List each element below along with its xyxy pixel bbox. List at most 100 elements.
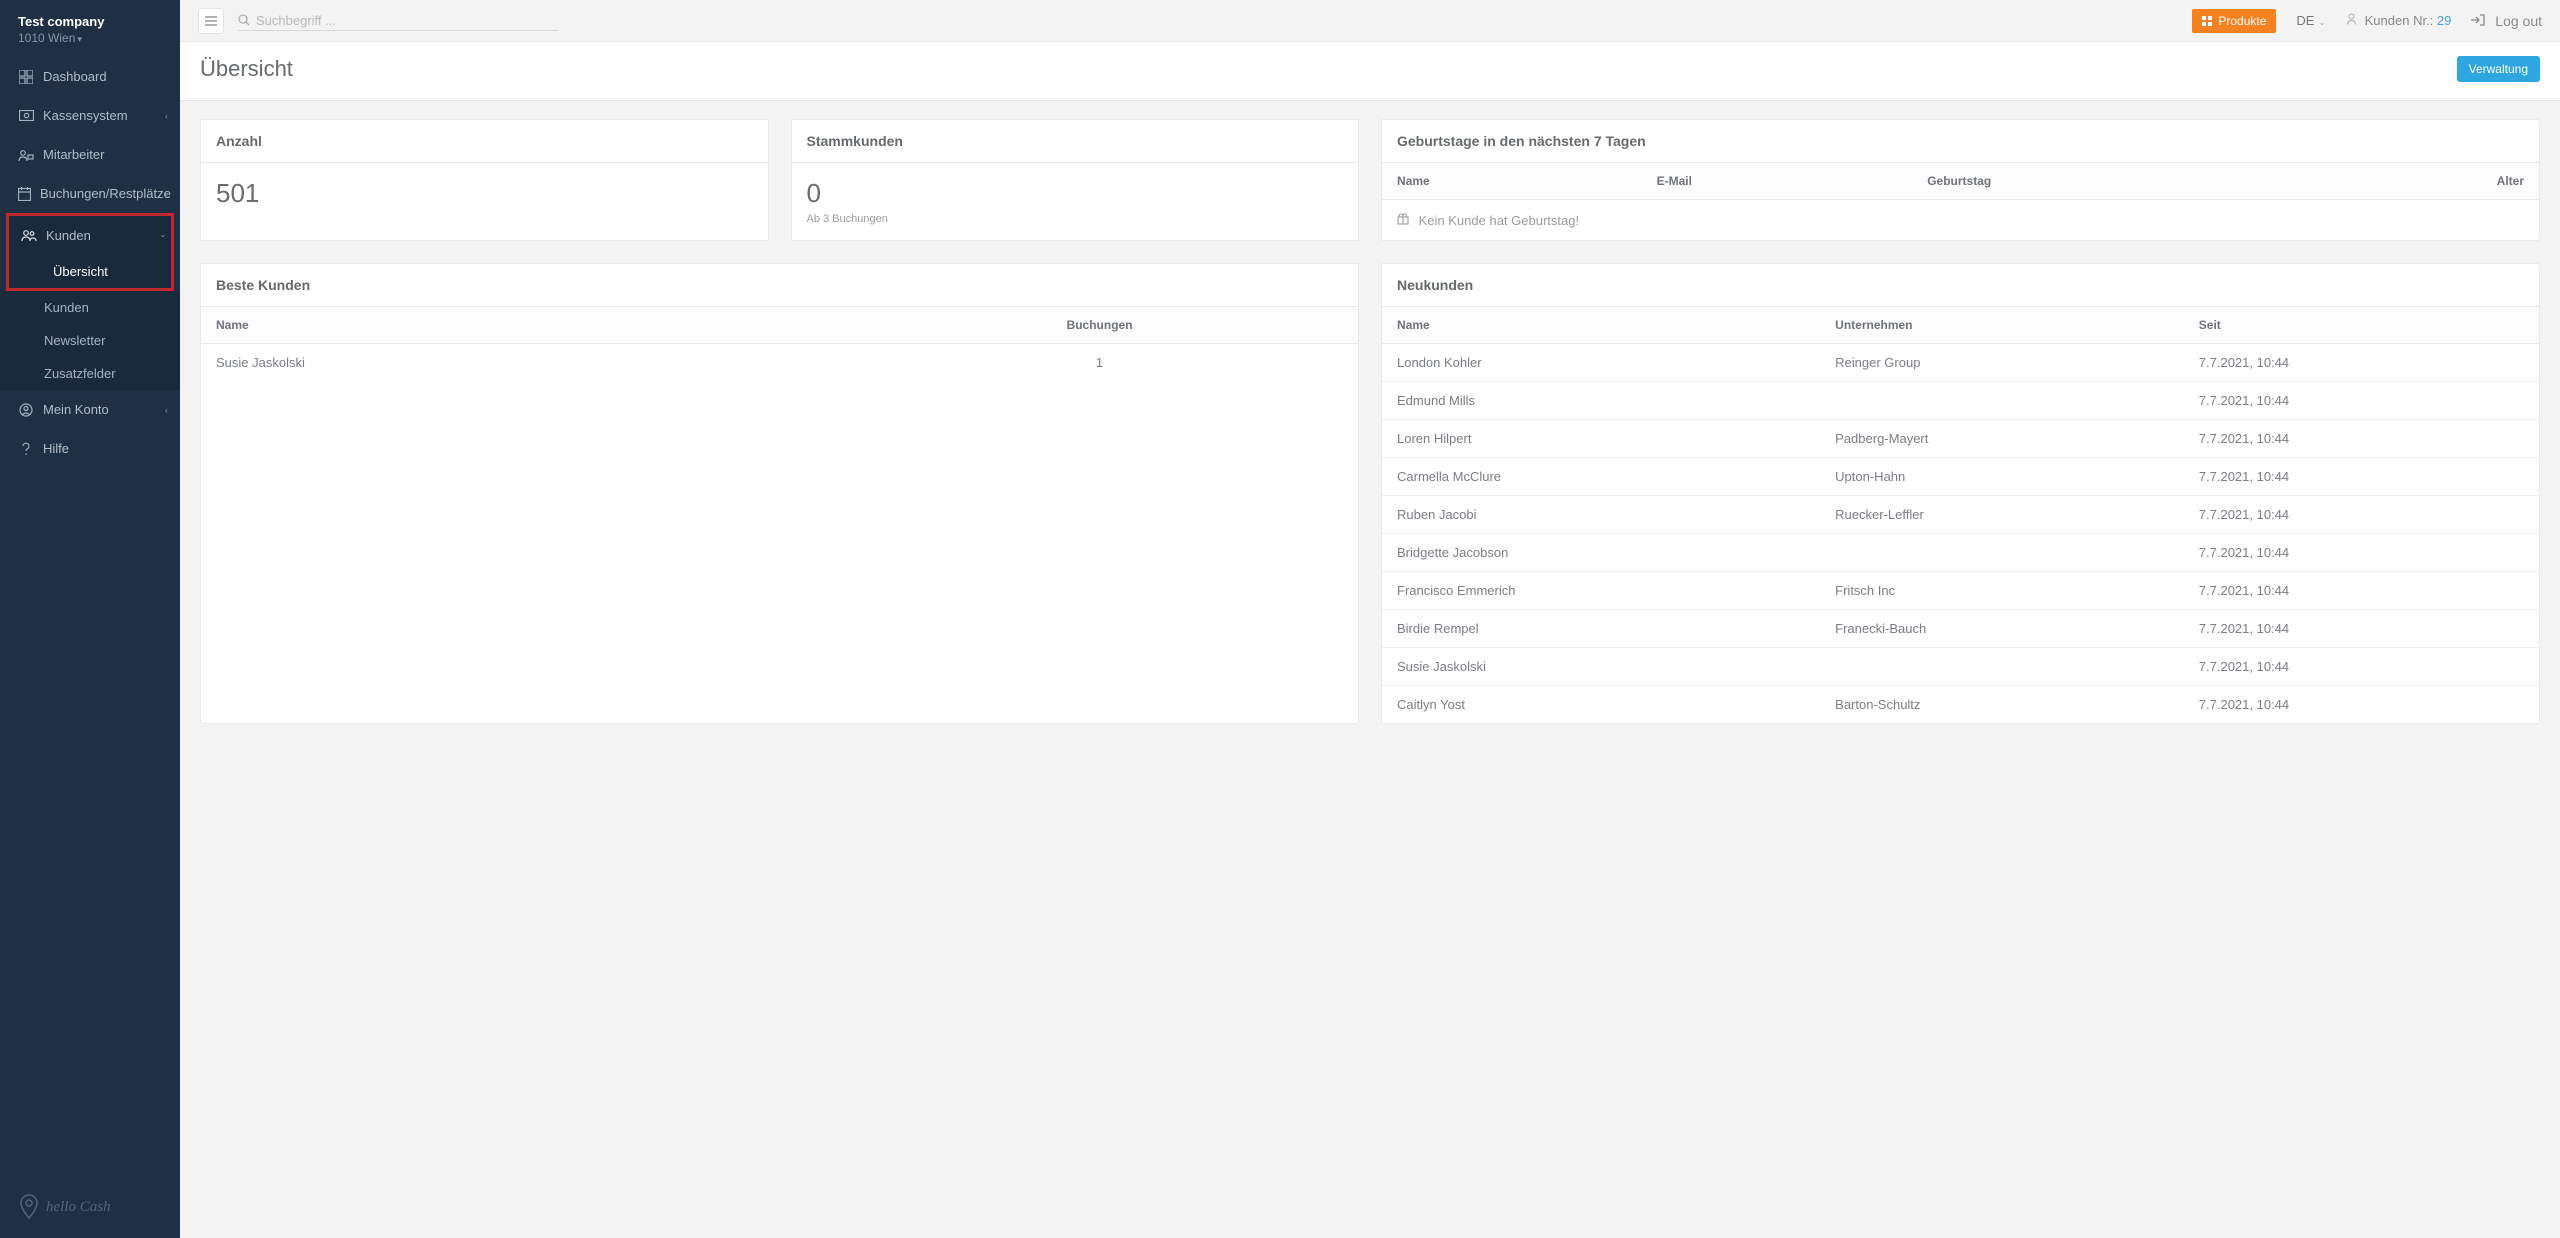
language-selector[interactable]: DE⌄ — [2296, 13, 2326, 28]
neukunden-table: Name Unternehmen Seit London KohlerReing… — [1382, 307, 2539, 723]
employee-icon — [18, 149, 34, 161]
col-name: Name — [201, 307, 841, 344]
customer-number: Kunden Nr.: 29 — [2346, 13, 2451, 28]
cell-seit: 7.7.2021, 10:44 — [2184, 534, 2539, 572]
sidebar-item-label: Hilfe — [43, 441, 69, 456]
brand-block[interactable]: Test company 1010 Wien▾ — [0, 0, 180, 57]
sidebar-item-label: Mitarbeiter — [43, 147, 104, 162]
content: Anzahl 501 Stammkunden 0 Ab 3 Buchungen … — [180, 101, 2560, 1238]
highlight-annotation: Kunden › Übersicht — [6, 213, 174, 291]
col-alter: Alter — [2302, 163, 2539, 200]
sidebar-item-kassensystem[interactable]: Kassensystem ‹ — [0, 96, 180, 135]
sidebar-nav: Dashboard Kassensystem ‹ Mitarbeiter Buc… — [0, 57, 180, 1176]
card-title: Beste Kunden — [201, 264, 1358, 307]
search-icon — [238, 14, 250, 26]
sidebar-item-label: Dashboard — [43, 69, 107, 84]
card-neukunden: Neukunden Name Unternehmen Seit London K… — [1381, 263, 2540, 724]
cell-unternehmen: Padberg-Mayert — [1820, 420, 2184, 458]
beste-table: Name Buchungen Susie Jaskolski1 — [201, 307, 1358, 381]
company-location: 1010 Wien▾ — [18, 31, 162, 45]
geburtstage-table: Name E-Mail Geburtstag Alter — [1382, 163, 2539, 240]
sidebar-sub-newsletter[interactable]: Newsletter — [0, 324, 180, 357]
cell-unternehmen: Franecki-Bauch — [1820, 610, 2184, 648]
sidebar-item-hilfe[interactable]: Hilfe — [0, 429, 180, 468]
card-title: Stammkunden — [792, 120, 1359, 163]
sidebar-item-dashboard[interactable]: Dashboard — [0, 57, 180, 96]
table-row[interactable]: Edmund Mills7.7.2021, 10:44 — [1382, 382, 2539, 420]
kunden-submenu-rest: Kunden Newsletter Zusatzfelder — [0, 291, 180, 390]
card-title: Anzahl — [201, 120, 768, 163]
card-stammkunden: Stammkunden 0 Ab 3 Buchungen — [791, 119, 1360, 241]
cell-name: Susie Jaskolski — [201, 344, 841, 382]
col-buchungen: Buchungen — [841, 307, 1358, 344]
col-seit: Seit — [2184, 307, 2539, 344]
cell-buchungen: 1 — [841, 344, 1358, 382]
customer-number-value[interactable]: 29 — [2437, 13, 2451, 28]
chevron-left-icon: ‹ — [165, 189, 168, 199]
gift-icon — [1397, 213, 1413, 228]
table-row[interactable]: Birdie RempelFranecki-Bauch7.7.2021, 10:… — [1382, 610, 2539, 648]
account-icon — [18, 403, 34, 417]
table-row[interactable]: Bridgette Jacobson 7.7.2021, 10:44 — [1382, 534, 2539, 572]
sidebar-item-meinkonto[interactable]: Mein Konto ‹ — [0, 390, 180, 429]
sidebar-item-buchungen[interactable]: Buchungen/Restplätze ‹ — [0, 174, 180, 213]
table-row[interactable]: Carmella McClureUpton-Hahn7.7.2021, 10:4… — [1382, 458, 2539, 496]
grid-small-icon — [2202, 16, 2212, 26]
grid-icon — [18, 70, 34, 84]
cell-unternehmen — [1820, 534, 2184, 572]
cell-seit: 7.7.2021, 10:44 — [2184, 648, 2539, 686]
pin-icon — [18, 1194, 40, 1220]
cell-unternehmen: Upton-Hahn — [1820, 458, 2184, 496]
menu-toggle-button[interactable] — [198, 8, 224, 34]
cell-seit: 7.7.2021, 10:44 — [2184, 610, 2539, 648]
cell-name: Carmella McClure — [1382, 458, 1820, 496]
col-geburtstag: Geburtstag — [1912, 163, 2301, 200]
cell-seit: 7.7.2021, 10:44 — [2184, 686, 2539, 724]
table-row[interactable]: London KohlerReinger Group7.7.2021, 10:4… — [1382, 344, 2539, 382]
logout-button[interactable]: Log out — [2471, 13, 2542, 29]
sidebar-item-label: Kunden — [46, 228, 91, 243]
produkte-button[interactable]: Produkte — [2192, 9, 2276, 33]
logout-icon — [2471, 13, 2489, 29]
verwaltung-button[interactable]: Verwaltung — [2457, 56, 2540, 82]
table-row[interactable]: Ruben JacobiRuecker-Leffler7.7.2021, 10:… — [1382, 496, 2539, 534]
table-row[interactable]: Caitlyn YostBarton-Schultz7.7.2021, 10:4… — [1382, 686, 2539, 724]
company-name: Test company — [18, 14, 162, 29]
cell-seit: 7.7.2021, 10:44 — [2184, 420, 2539, 458]
caret-down-icon: ▾ — [77, 34, 82, 44]
table-row[interactable]: Susie Jaskolski1 — [201, 344, 1358, 382]
col-email: E-Mail — [1642, 163, 1913, 200]
sidebar-sub-uebersicht[interactable]: Übersicht — [9, 255, 171, 288]
sidebar-sub-zusatzfelder[interactable]: Zusatzfelder — [0, 357, 180, 390]
sidebar-item-kunden[interactable]: Kunden › — [9, 216, 171, 255]
col-name: Name — [1382, 307, 1820, 344]
sidebar-item-label: Mein Konto — [43, 402, 109, 417]
cell-name: Francisco Emmerich — [1382, 572, 1820, 610]
chevron-down-icon: ⌄ — [2318, 17, 2326, 27]
cell-name: Susie Jaskolski — [1382, 648, 1820, 686]
cell-seit: 7.7.2021, 10:44 — [2184, 458, 2539, 496]
main: Produkte DE⌄ Kunden Nr.: 29 Log out Über… — [180, 0, 2560, 1238]
table-row[interactable]: Susie Jaskolski 7.7.2021, 10:44 — [1382, 648, 2539, 686]
sidebar-item-label: Buchungen/Restplätze — [40, 186, 171, 201]
sidebar: Test company 1010 Wien▾ Dashboard Kassen… — [0, 0, 180, 1238]
sidebar-item-mitarbeiter[interactable]: Mitarbeiter — [0, 135, 180, 174]
table-row[interactable]: Francisco EmmerichFritsch Inc7.7.2021, 1… — [1382, 572, 2539, 610]
help-icon — [18, 442, 34, 456]
cell-seit: 7.7.2021, 10:44 — [2184, 572, 2539, 610]
cell-name: Birdie Rempel — [1382, 610, 1820, 648]
cell-name: Ruben Jacobi — [1382, 496, 1820, 534]
cell-unternehmen — [1820, 648, 2184, 686]
search-input[interactable] — [256, 13, 558, 28]
table-row[interactable]: Loren HilpertPadberg-Mayert7.7.2021, 10:… — [1382, 420, 2539, 458]
users-icon — [21, 229, 37, 242]
cell-name: Loren Hilpert — [1382, 420, 1820, 458]
cell-name: Bridgette Jacobson — [1382, 534, 1820, 572]
produkte-label: Produkte — [2218, 14, 2266, 28]
card-geburtstage: Geburtstage in den nächsten 7 Tagen Name… — [1381, 119, 2540, 241]
sidebar-sub-kunden[interactable]: Kunden — [0, 291, 180, 324]
page-title: Übersicht — [200, 56, 293, 82]
cell-name: Edmund Mills — [1382, 382, 1820, 420]
search-field[interactable] — [238, 11, 558, 31]
footer-logo: hello Cash — [0, 1176, 180, 1238]
